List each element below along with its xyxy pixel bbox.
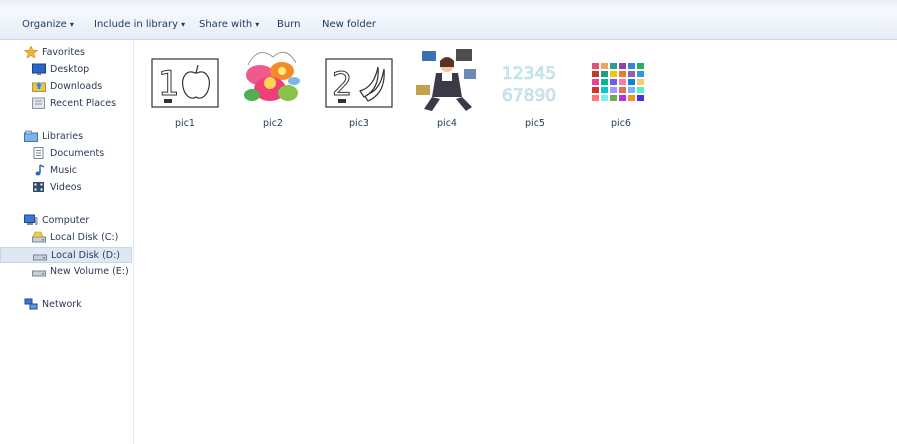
downloads-icon	[32, 80, 46, 92]
burn-button[interactable]: Burn	[277, 10, 300, 40]
file-item[interactable]: pic6	[581, 45, 661, 129]
nav-local-disk-c[interactable]: Local Disk (C:)	[32, 230, 118, 246]
number-two-banana-thumbnail: 2	[324, 45, 394, 115]
flower-thumbnail	[238, 45, 308, 115]
nav-documents-label: Documents	[50, 148, 105, 159]
file-list-pane: 1 pic1 pic2 2 pic3 pic4 12345 67890 pic5…	[135, 40, 897, 444]
file-name: pic1	[175, 118, 195, 129]
svg-text:67890: 67890	[502, 86, 556, 106]
nav-music[interactable]: Music	[32, 163, 77, 179]
nav-desktop-label: Desktop	[50, 64, 90, 75]
burn-label: Burn	[277, 19, 301, 30]
businesswoman-thumbnail	[412, 45, 482, 115]
svg-text:12345: 12345	[502, 64, 556, 84]
nav-network-label: Network	[42, 299, 82, 310]
recent-places-icon	[32, 97, 46, 109]
file-item[interactable]: 1 pic1	[145, 45, 225, 129]
file-name: pic4	[437, 118, 457, 129]
drive-icon	[32, 265, 46, 277]
nav-libraries[interactable]: Libraries	[24, 129, 83, 145]
nav-downloads-label: Downloads	[50, 81, 103, 92]
nav-computer-label: Computer	[42, 215, 90, 226]
explorer-window: Organize ▾ Include in library ▾ Share with…	[0, 0, 897, 444]
computer-icon	[24, 214, 38, 226]
libraries-icon	[24, 130, 38, 142]
file-name: pic2	[263, 118, 283, 129]
file-name: pic3	[349, 118, 369, 129]
organize-label: Organize	[22, 19, 67, 30]
nav-favorites-label: Favorites	[42, 47, 85, 58]
navigation-pane: Favorites Desktop Downloads Recent Place…	[0, 40, 134, 444]
nav-documents[interactable]: Documents	[32, 146, 104, 162]
nav-favorites[interactable]: Favorites	[23, 44, 85, 61]
include-in-library-label: Include in library	[94, 19, 179, 30]
nav-recent-places[interactable]: Recent Places	[32, 96, 116, 112]
nav-new-volume-e-label: New Volume (E:)	[50, 266, 129, 277]
nav-computer[interactable]: Computer	[24, 213, 89, 229]
chevron-down-icon: ▾	[255, 20, 260, 29]
desktop-icon	[32, 63, 46, 75]
nav-desktop[interactable]: Desktop	[32, 62, 89, 78]
nav-local-disk-d-label: Local Disk (D:)	[51, 250, 120, 261]
nav-downloads[interactable]: Downloads	[32, 79, 102, 95]
number-one-apple-thumbnail: 1	[150, 45, 220, 115]
share-with-label: Share with	[199, 19, 253, 30]
drive-icon	[33, 249, 47, 261]
chevron-down-icon: ▾	[181, 20, 186, 29]
nav-videos-label: Videos	[50, 182, 82, 193]
nav-libraries-label: Libraries	[42, 131, 84, 142]
share-with-menu[interactable]: Share with ▾	[199, 10, 259, 40]
new-folder-label: New folder	[322, 19, 377, 30]
file-name: pic5	[525, 118, 545, 129]
window-top-strip	[0, 0, 897, 10]
command-bar: Organize ▾ Include in library ▾ Share with…	[0, 10, 897, 40]
file-item[interactable]: pic2	[233, 45, 313, 129]
document-icon	[32, 146, 46, 159]
organize-menu[interactable]: Organize ▾	[22, 10, 74, 40]
file-item[interactable]: pic4	[407, 45, 487, 129]
color-grid-thumbnail	[586, 45, 656, 115]
star-icon	[23, 44, 39, 59]
chevron-down-icon: ▾	[69, 20, 74, 29]
include-in-library-menu[interactable]: Include in library ▾	[94, 10, 185, 40]
file-item[interactable]: 12345 67890 pic5	[495, 45, 575, 129]
nav-music-label: Music	[50, 165, 78, 176]
numbers-thumbnail: 12345 67890	[500, 45, 570, 115]
music-icon	[32, 163, 46, 176]
svg-text:1: 1	[158, 64, 180, 104]
nav-new-volume-e[interactable]: New Volume (E:)	[32, 264, 129, 280]
svg-text:2: 2	[332, 65, 352, 103]
nav-videos[interactable]: Videos	[32, 180, 82, 196]
drive-icon	[32, 231, 46, 243]
new-folder-button[interactable]: New folder	[322, 10, 376, 40]
nav-network[interactable]: Network	[24, 297, 82, 313]
nav-recent-places-label: Recent Places	[50, 98, 117, 109]
nav-local-disk-d[interactable]: Local Disk (D:)	[0, 247, 132, 263]
nav-local-disk-c-label: Local Disk (C:)	[50, 232, 119, 243]
video-icon	[32, 181, 46, 193]
file-name: pic6	[611, 118, 631, 129]
network-icon	[24, 298, 38, 310]
file-item[interactable]: 2 pic3	[319, 45, 399, 129]
